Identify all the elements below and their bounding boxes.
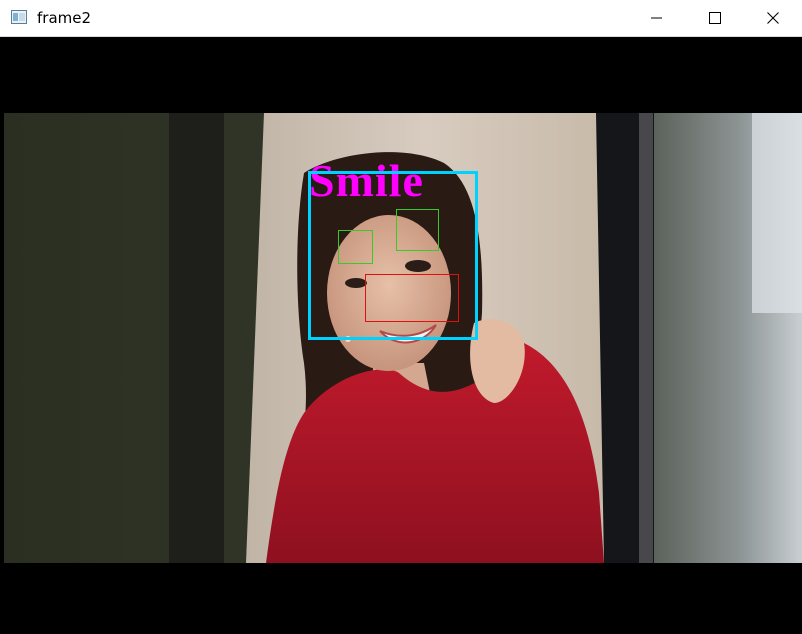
title-bar[interactable]: frame2 [0,0,802,37]
minimize-icon [651,17,662,19]
smile-detection-box [365,274,459,322]
maximize-icon [709,12,721,24]
eye-detection-box-left [338,230,373,264]
maximize-button[interactable] [686,0,744,36]
window-title: frame2 [37,9,92,27]
opencv-window: frame2 Smile [0,0,802,634]
video-frame: Smile [4,37,802,634]
minimize-button[interactable] [628,0,686,36]
close-icon [767,12,779,24]
eye-detection-box-right [396,209,439,251]
window-app-icon [11,10,27,24]
close-button[interactable] [744,0,802,36]
